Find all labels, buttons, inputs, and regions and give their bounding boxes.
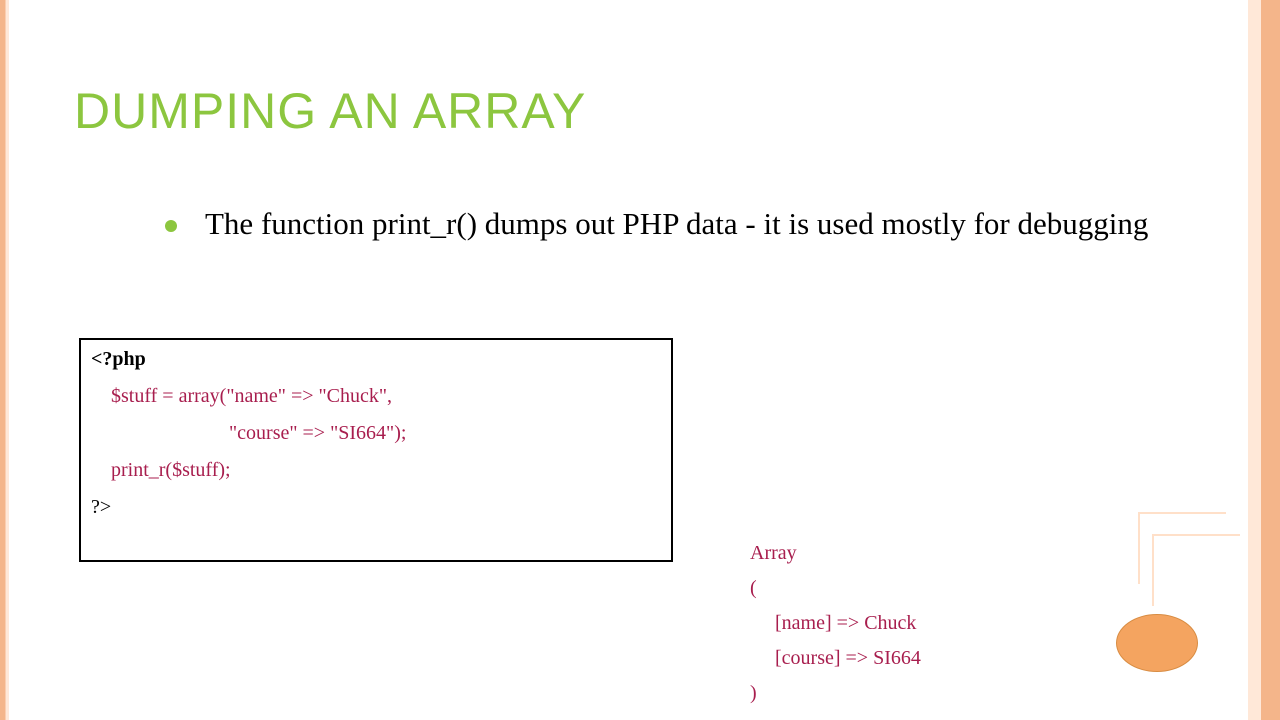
- decorative-ellipse-icon: [1116, 614, 1198, 672]
- left-decorative-stripe: [0, 0, 9, 720]
- code-example-box: <?php $stuff = array("name" => "Chuck", …: [79, 338, 673, 562]
- output-block: Array ( [name] => Chuck [course] => SI66…: [750, 536, 921, 711]
- code-line-1: $stuff = array("name" => "Chuck",: [111, 385, 661, 408]
- decorative-corner-bracket-inner: [1152, 534, 1240, 606]
- code-line-3: print_r($stuff);: [111, 459, 661, 482]
- output-line-2: (: [750, 571, 921, 606]
- code-line-2: "course" => "SI664");: [229, 422, 661, 445]
- output-line-4: [course] => SI664: [775, 641, 921, 676]
- bullet-marker-icon: [165, 220, 177, 232]
- code-close-tag: ?>: [91, 496, 661, 519]
- slide-title: DUMPING AN ARRAY: [74, 82, 586, 140]
- right-decorative-stripe: [1248, 0, 1280, 720]
- bullet-text: The function print_r() dumps out PHP dat…: [205, 203, 1215, 245]
- output-line-3: [name] => Chuck: [775, 606, 921, 641]
- output-line-1: Array: [750, 536, 921, 571]
- code-open-tag: <?php: [91, 348, 661, 371]
- output-line-5: ): [750, 676, 921, 711]
